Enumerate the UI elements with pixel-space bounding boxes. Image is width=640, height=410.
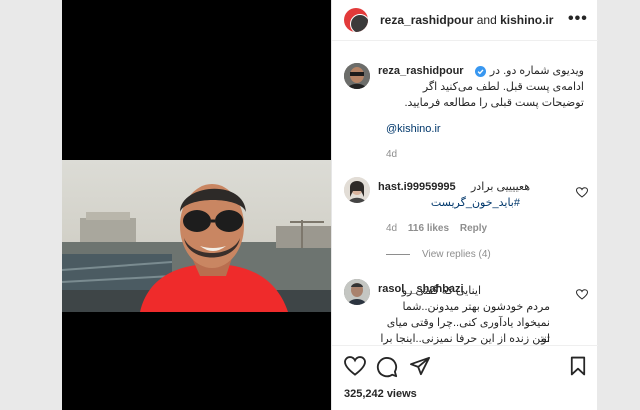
comment-hashtag[interactable]: #باید_خون_گریست [378, 195, 520, 211]
comment-avatar[interactable] [344, 279, 370, 305]
page-margin-left [0, 0, 62, 410]
owners-joiner: and [476, 13, 497, 27]
post-header: reza_rashidpour and kishino.ir ••• [332, 0, 598, 41]
comment-meta: 4d 116 likes Reply [386, 223, 487, 234]
owner-username[interactable]: reza_rashidpour [380, 13, 473, 27]
comment-like-icon[interactable] [575, 287, 589, 305]
comments-list[interactable]: reza_rashidpour ویدیوی شماره دو. در ادام… [332, 41, 598, 345]
caption-time[interactable]: 4d [386, 149, 397, 160]
caption-text-line2: ادامه‌ی پست قبل. لطف می‌کنید اگر [422, 81, 584, 93]
collaborator-username[interactable]: kishino.ir [500, 13, 553, 27]
video-frame [62, 160, 331, 312]
view-replies-label[interactable]: View replies (4) [422, 249, 491, 260]
comment-like-icon[interactable] [575, 185, 589, 203]
comment-text: اینایی که گفتی رو [401, 285, 481, 297]
comment-icon[interactable] [376, 356, 398, 383]
more-icon[interactable]: ••• [568, 10, 588, 28]
heart-icon[interactable] [344, 356, 366, 381]
bookmark-icon[interactable] [570, 356, 586, 381]
comment-likes[interactable]: 116 likes [408, 223, 449, 234]
comment-avatar[interactable] [344, 177, 370, 203]
caption-avatar[interactable] [344, 63, 370, 89]
view-replies-button[interactable]: View replies (4) [386, 249, 491, 260]
comment-text: انتن زنده از این حرفا نمیزنی..اینجا برا … [380, 333, 550, 345]
post-actions [332, 345, 598, 386]
caption-text-line3: توضیحات پست قبلی را مطالعه فرمایید. [404, 97, 584, 109]
post-panel: reza_rashidpour and kishino.ir ••• reza_… [331, 0, 598, 410]
comment-reply-button[interactable]: Reply [460, 223, 487, 234]
comment-text: مردم خودشون بهتر میدونن..شما [402, 301, 551, 313]
caption-text-line1: ویدیوی شماره دو. در [489, 65, 584, 77]
comment-text: هعییییی برادر [470, 181, 530, 193]
share-icon[interactable] [409, 356, 431, 381]
view-count[interactable]: 325,242 views [344, 388, 417, 400]
owner-avatar[interactable] [344, 8, 368, 32]
comment-time[interactable]: 4d [386, 223, 397, 234]
page-margin-right [597, 0, 640, 410]
replies-divider [386, 253, 410, 255]
post-owners: reza_rashidpour and kishino.ir [380, 13, 553, 27]
caption-mention[interactable]: @kishino.ir [386, 123, 441, 135]
post-media[interactable] [62, 0, 331, 410]
video-player[interactable] [62, 160, 331, 312]
